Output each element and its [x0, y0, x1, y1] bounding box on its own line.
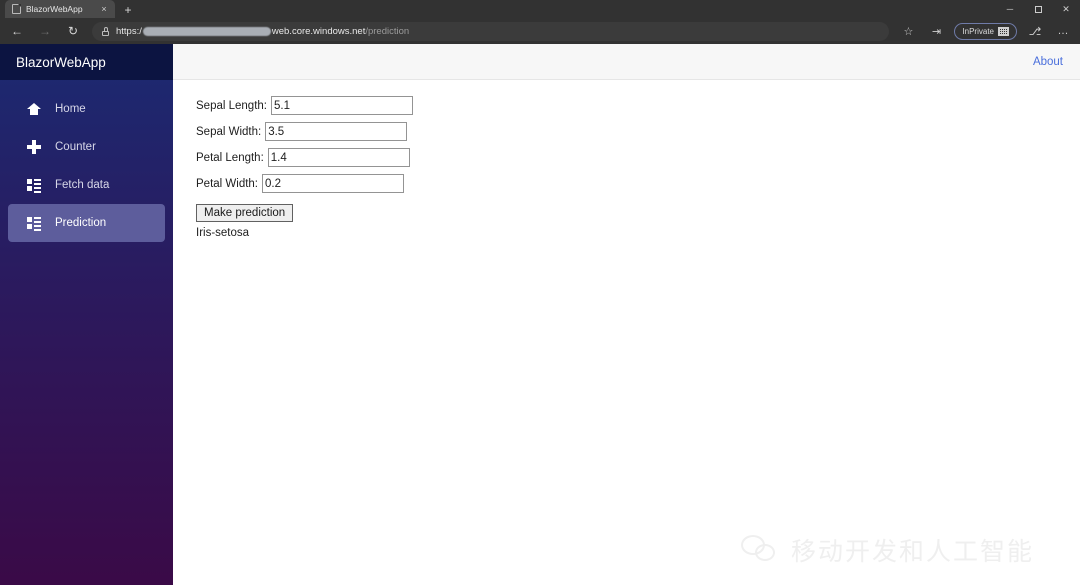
list-icon — [27, 178, 41, 193]
form-row-petal-width: Petal Width: — [196, 174, 1080, 193]
petal-width-input[interactable] — [262, 174, 404, 193]
about-link[interactable]: About — [1033, 56, 1063, 68]
title-bar: BlazorWebApp × + ─ ✕ — [0, 0, 1080, 18]
sepal-length-input[interactable] — [270, 96, 413, 115]
app-brand[interactable]: BlazorWebApp — [0, 44, 173, 80]
favorite-star-icon[interactable]: ☆ — [895, 20, 921, 42]
tab-strip: BlazorWebApp × + — [0, 0, 139, 18]
sepal-width-input[interactable] — [265, 122, 408, 141]
page-icon — [12, 4, 21, 14]
collections-icon[interactable]: ⇥ — [923, 20, 949, 42]
address-bar[interactable]: https:/ web.core.windows.net/prediction — [92, 21, 890, 41]
page-viewport: BlazorWebApp Home Counter Fetch data Pre… — [0, 44, 1080, 585]
sidebar-item-home[interactable]: Home — [8, 90, 165, 128]
url-redaction — [142, 26, 271, 36]
sepal-length-label: Sepal Length: — [196, 99, 267, 112]
forward-icon[interactable]: → — [32, 20, 58, 42]
new-tab-button[interactable]: + — [117, 2, 139, 18]
sidebar-item-label: Prediction — [55, 217, 107, 229]
make-prediction-button[interactable]: Make prediction — [196, 204, 294, 222]
browser-toolbar: ← → ↻ https:/ web.core.windows.net/predic… — [0, 18, 1080, 44]
form-row-petal-length: Petal Length: — [196, 148, 1080, 167]
list-icon — [27, 216, 41, 231]
window-controls: ─ ✕ — [996, 0, 1080, 18]
sidebar-nav: Home Counter Fetch data Prediction — [0, 80, 173, 242]
close-window-button[interactable]: ✕ — [1052, 0, 1080, 18]
content-area: About Sepal Length: Sepal Width: Petal L… — [173, 44, 1080, 585]
sidebar-item-fetch-data[interactable]: Fetch data — [8, 166, 165, 204]
sidebar: BlazorWebApp Home Counter Fetch data Pre… — [0, 44, 173, 585]
wechat-icon — [740, 535, 781, 565]
lock-icon — [102, 26, 109, 36]
content-topbar: About — [173, 44, 1080, 80]
form-row-sepal-length: Sepal Length: — [196, 96, 1080, 115]
sidebar-item-label: Fetch data — [55, 179, 110, 191]
plus-icon — [27, 140, 41, 154]
back-icon[interactable]: ← — [4, 20, 30, 42]
prediction-result: Iris-setosa — [196, 227, 250, 239]
browser-window: BlazorWebApp × + ─ ✕ ← → ↻ https:/ web.co… — [0, 0, 1080, 585]
watermark: 移动开发和人工智能 — [740, 532, 1034, 568]
browser-tab[interactable]: BlazorWebApp × — [5, 0, 115, 18]
url-host: web.core.windows.net — [271, 25, 366, 37]
settings-more-icon[interactable]: … — [1050, 20, 1076, 42]
form-row-sepal-width: Sepal Width: — [196, 122, 1080, 141]
sidebar-item-label: Counter — [55, 141, 96, 153]
url-scheme: https:/ — [116, 25, 142, 37]
tab-title: BlazorWebApp — [26, 4, 83, 14]
close-icon[interactable]: × — [98, 3, 110, 15]
sepal-width-label: Sepal Width: — [196, 125, 262, 138]
sidebar-item-counter[interactable]: Counter — [8, 128, 165, 166]
url-path: /prediction — [365, 25, 410, 37]
toolbar-actions: ☆ ⇥ InPrivate ⎇ … — [895, 20, 1076, 42]
petal-length-label: Petal Length: — [196, 151, 264, 164]
inprivate-icon — [998, 26, 1009, 36]
address-bar-url: https:/ web.core.windows.net/prediction — [116, 26, 409, 37]
minimize-button[interactable]: ─ — [996, 0, 1024, 18]
sidebar-item-prediction[interactable]: Prediction — [8, 204, 165, 242]
maximize-button[interactable] — [1024, 0, 1052, 18]
home-icon — [27, 102, 41, 116]
petal-width-label: Petal Width: — [196, 177, 258, 190]
inprivate-label: InPrivate — [962, 26, 994, 36]
inprivate-badge[interactable]: InPrivate — [954, 22, 1017, 40]
sidebar-item-label: Home — [55, 103, 86, 115]
petal-length-input[interactable] — [267, 148, 410, 167]
maximize-icon — [1034, 5, 1042, 13]
prediction-form-container: Sepal Length: Sepal Width: Petal Length:… — [173, 80, 1080, 585]
browser-essentials-icon[interactable]: ⎇ — [1022, 20, 1048, 42]
watermark-text: 移动开发和人工智能 — [790, 537, 1034, 566]
reload-icon[interactable]: ↻ — [60, 20, 86, 42]
